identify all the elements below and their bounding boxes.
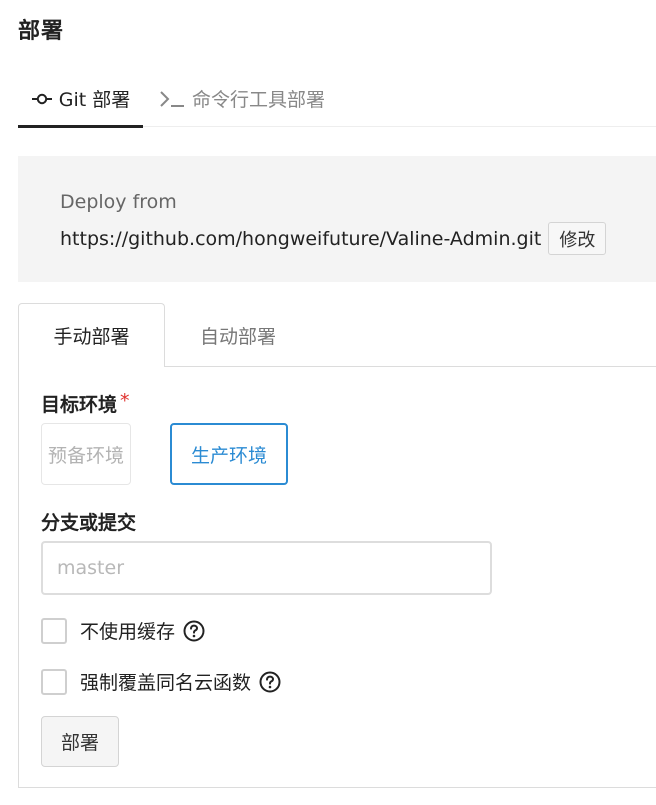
env-option-staging[interactable]: 预备环境 (41, 423, 131, 485)
tab-cli-deploy-label: 命令行工具部署 (192, 89, 326, 111)
deploy-from-panel: Deploy from https://github.com/hongweifu… (18, 156, 656, 282)
force-overwrite-label: 强制覆盖同名云函数 (80, 672, 252, 694)
no-cache-checkbox[interactable] (41, 617, 67, 644)
edit-repository-button[interactable]: 修改 (548, 222, 607, 255)
git-commit-icon (31, 93, 53, 105)
branch-label: 分支或提交 (41, 512, 137, 534)
deploy-mode-tabs: 手动部署 自动部署 (18, 303, 656, 367)
no-cache-row: 不使用缓存 (41, 617, 205, 644)
tab-cli-deploy[interactable]: 命令行工具部署 (158, 70, 325, 127)
required-mark: * (120, 390, 130, 412)
branch-input[interactable] (41, 541, 492, 595)
tab-git-deploy-label: Git 部署 (58, 89, 131, 111)
top-tabs: Git 部署 命令行工具部署 (18, 70, 656, 128)
terminal-icon (158, 89, 186, 109)
target-env-label: 目标环境 * (41, 390, 130, 417)
tab-auto-deploy[interactable]: 自动部署 (178, 303, 298, 367)
page-title: 部署 (18, 19, 65, 44)
manual-deploy-form: 目标环境* 预备环境 生产环境 分支或提交 不使用缓存 强制覆盖同名云函数 部署 (18, 366, 656, 788)
env-option-production[interactable]: 生产环境 (170, 423, 288, 485)
deploy-from-label: Deploy from (60, 191, 177, 213)
target-env-label-text: 目标环境 (41, 394, 118, 416)
deploy-button[interactable]: 部署 (41, 716, 119, 767)
tab-git-deploy[interactable]: Git 部署 (18, 70, 143, 128)
tab-manual-deploy[interactable]: 手动部署 (18, 303, 165, 367)
no-cache-label: 不使用缓存 (80, 621, 176, 643)
question-circle-icon[interactable] (259, 671, 281, 693)
repository-url: https://github.com/hongweifuture/Valine-… (60, 227, 542, 250)
force-overwrite-checkbox[interactable] (41, 668, 67, 695)
deploy-url-row: https://github.com/hongweifuture/Valine-… (60, 222, 607, 255)
question-circle-icon[interactable] (183, 620, 205, 642)
force-overwrite-row: 强制覆盖同名云函数 (41, 668, 281, 695)
